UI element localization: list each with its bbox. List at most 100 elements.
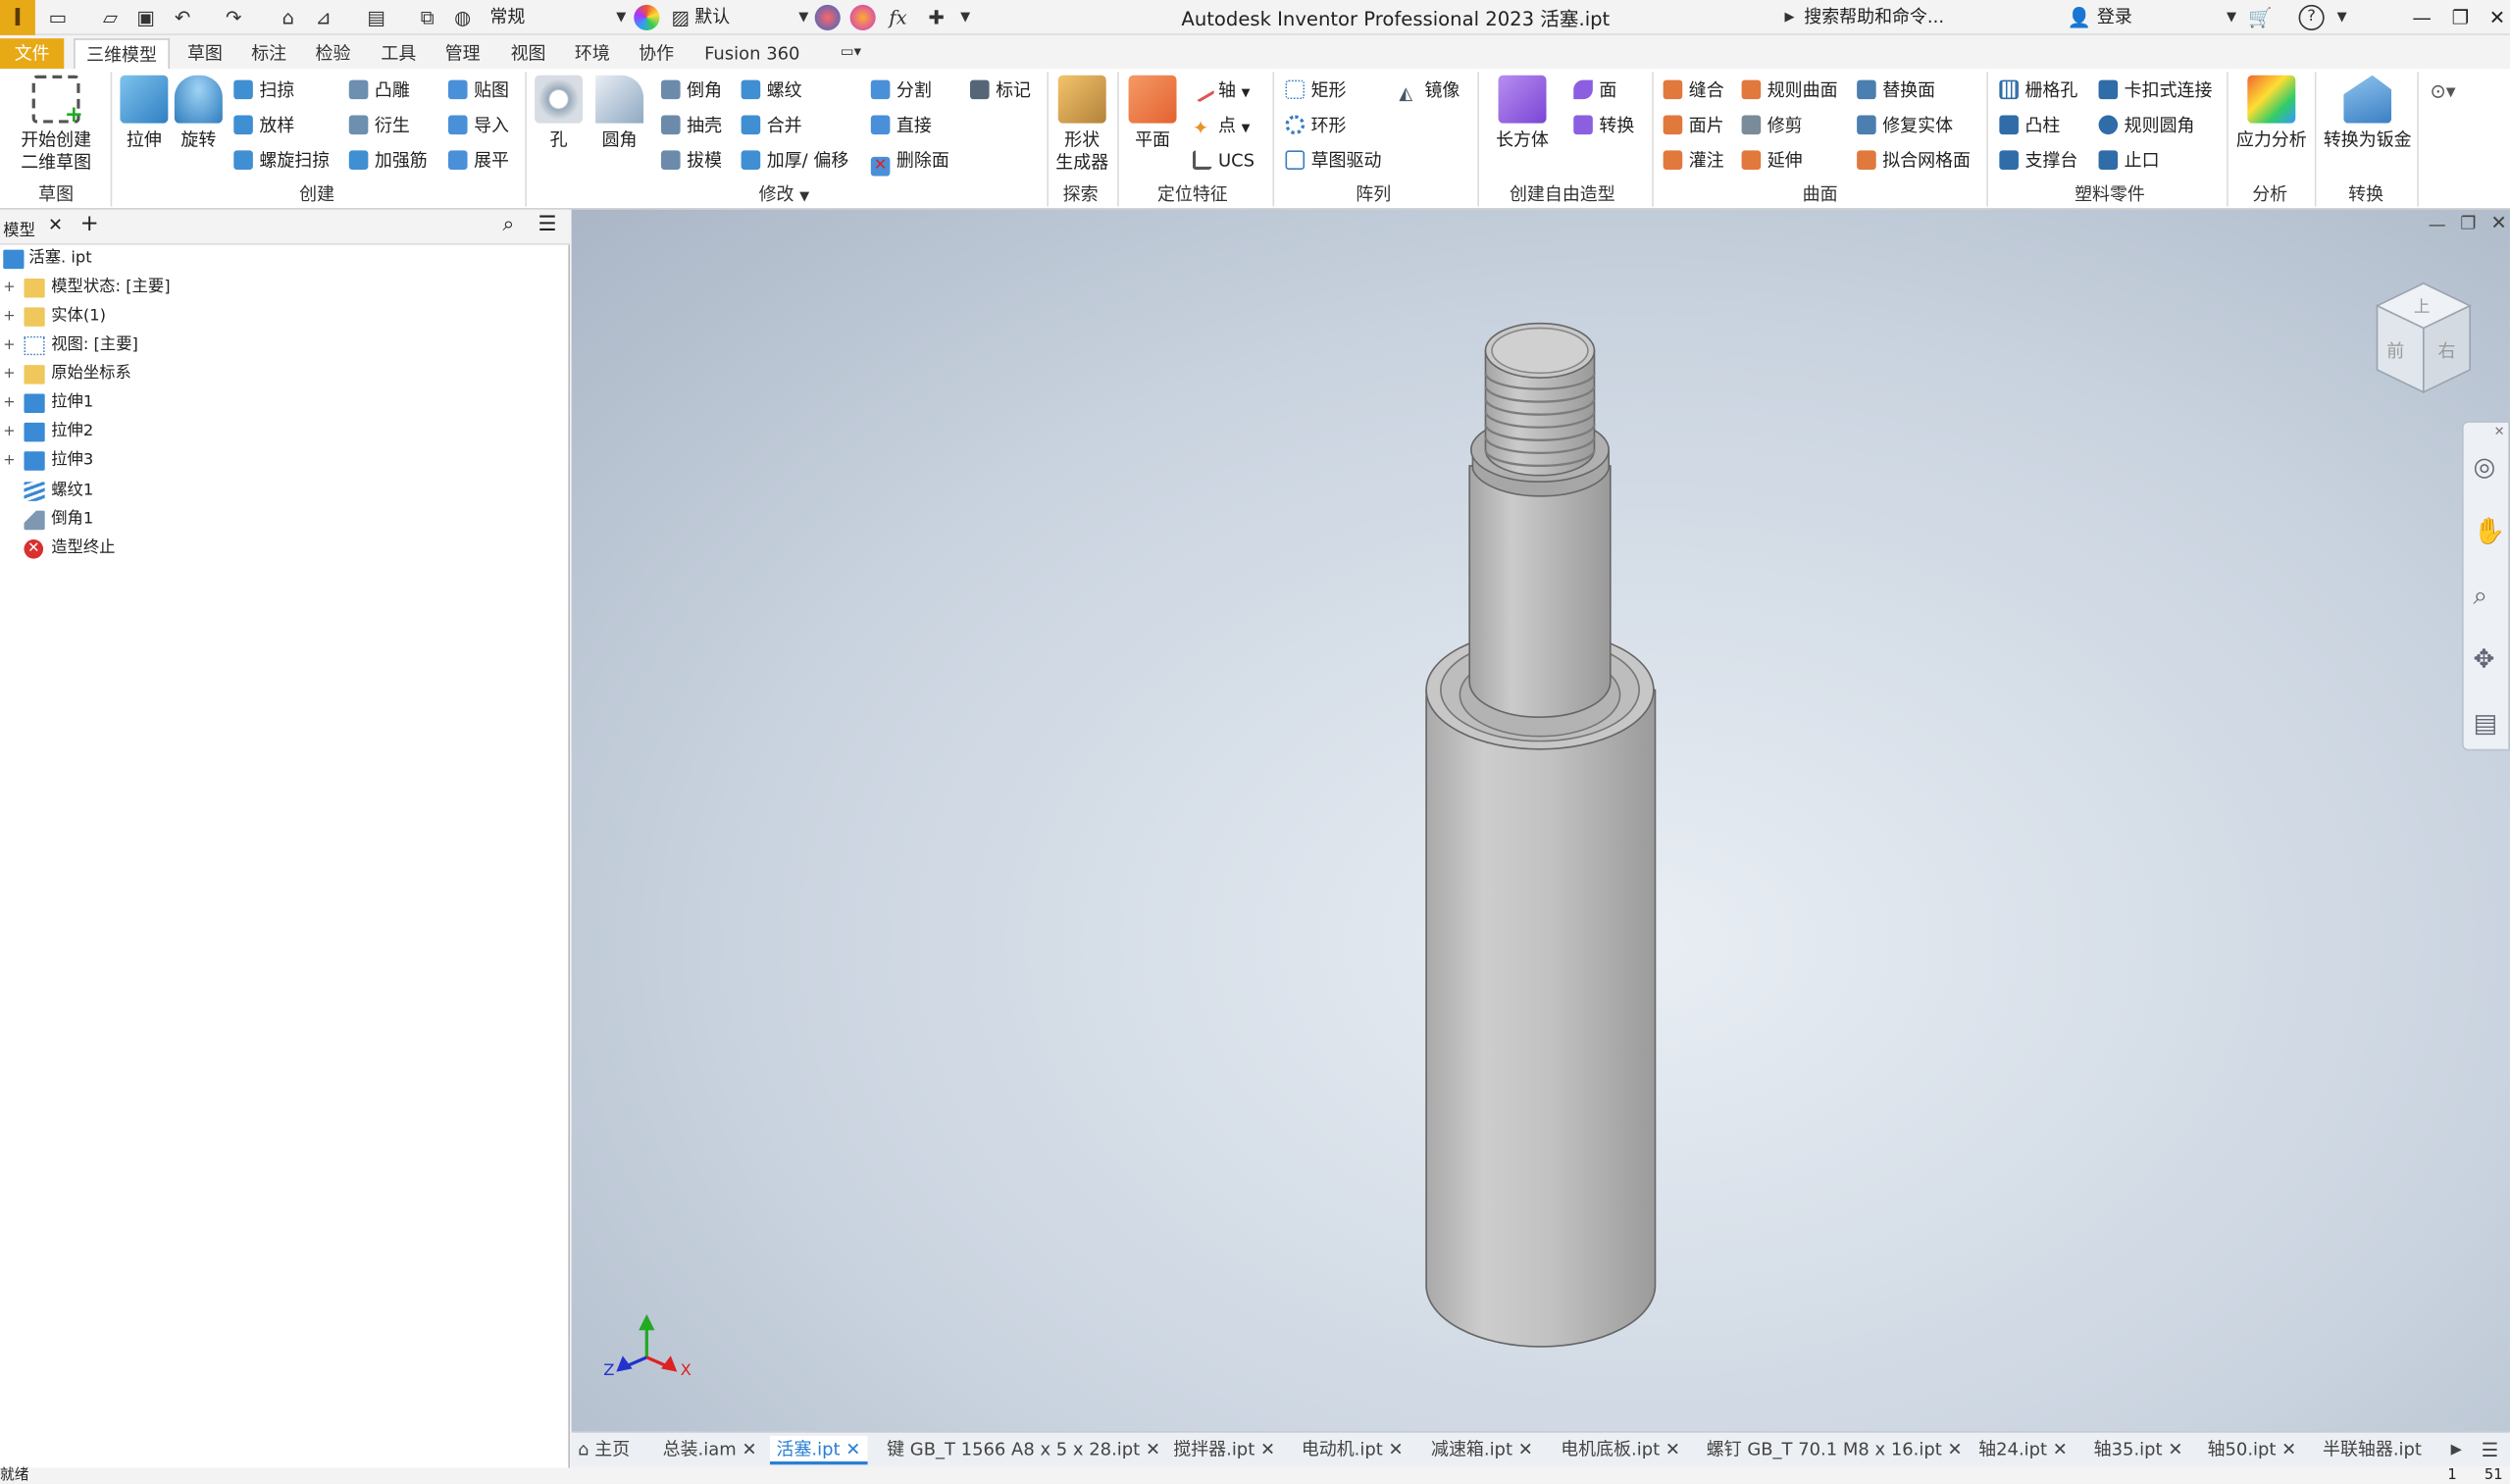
doc-tab[interactable]: 轴24.ipt ✕ bbox=[1978, 1436, 2068, 1464]
repair-bodies-button[interactable]: 修复实体 bbox=[1857, 112, 1953, 140]
view-cube-top[interactable]: 上 bbox=[2414, 293, 2430, 317]
user-icon[interactable]: 👤 bbox=[2067, 5, 2092, 30]
doc-tab[interactable]: 搅拌器.ipt ✕ bbox=[1173, 1436, 1275, 1464]
doc-tab[interactable]: 螺钉 GB_T 70.1 M8 x 16.ipt ✕ bbox=[1707, 1436, 1963, 1464]
fillet-button[interactable]: 圆角 bbox=[592, 75, 646, 152]
lip-button[interactable]: 止口 bbox=[2098, 147, 2160, 176]
extend-button[interactable]: 延伸 bbox=[1741, 147, 1803, 176]
tree-item-solid-bodies[interactable]: + 实体(1) bbox=[0, 302, 570, 331]
emboss-button[interactable]: 凸雕 bbox=[348, 77, 410, 105]
ribbon-options-icon[interactable]: ⊙▾ bbox=[2430, 77, 2455, 105]
clear-appearance-icon[interactable] bbox=[849, 4, 876, 31]
select-filter-icon[interactable]: ⊿ bbox=[311, 5, 336, 30]
help-dropdown-icon[interactable]: ▼ bbox=[2330, 5, 2355, 30]
material-icon[interactable]: ◍ bbox=[450, 5, 476, 30]
unwrap-button[interactable]: 展平 bbox=[447, 147, 509, 176]
close-icon[interactable]: ✕ bbox=[2168, 1439, 2182, 1459]
delete-face-button[interactable]: ✕ 删除面 bbox=[870, 147, 949, 177]
expand-icon[interactable]: + bbox=[3, 396, 16, 411]
tab-annotate[interactable]: 标注 bbox=[246, 38, 291, 69]
add-tab-icon[interactable]: + bbox=[80, 211, 99, 236]
rule-fillet-button[interactable]: 规则圆角 bbox=[2098, 112, 2194, 140]
boss-button[interactable]: 凸柱 bbox=[1999, 112, 2060, 140]
browser-tab-model[interactable]: 模型 bbox=[3, 216, 35, 240]
close-icon[interactable]: ✕ bbox=[1665, 1439, 1680, 1459]
close-icon[interactable]: ✕ bbox=[742, 1439, 756, 1459]
work-axis-button[interactable]: 轴 ▼ bbox=[1189, 77, 1250, 105]
hole-button[interactable]: 孔 bbox=[533, 75, 584, 152]
stitch-button[interactable]: 缝合 bbox=[1663, 77, 1724, 105]
revolve-button[interactable]: 旋转 bbox=[173, 75, 224, 152]
look-at-icon[interactable]: ▤ bbox=[2473, 707, 2497, 738]
appearance-dropdown[interactable]: 默认 bbox=[694, 5, 730, 30]
tab-environments[interactable]: 环境 bbox=[570, 38, 615, 69]
close-icon[interactable]: ✕ bbox=[1518, 1439, 1533, 1459]
pan-icon[interactable]: ✋ bbox=[2473, 516, 2505, 546]
draft-button[interactable]: 拔模 bbox=[661, 147, 722, 176]
cart-icon[interactable]: 🛒 bbox=[2247, 5, 2273, 30]
extrude-button[interactable]: 拉伸 bbox=[119, 75, 170, 152]
add-icon[interactable]: ✚ bbox=[924, 5, 949, 30]
tab-collaborate[interactable]: 协作 bbox=[634, 38, 679, 69]
login-link[interactable]: 登录 bbox=[2097, 5, 2132, 30]
replace-face-button[interactable]: 替换面 bbox=[1857, 77, 1935, 105]
convert-to-sheet-metal-button[interactable]: 转换为钣金 bbox=[2320, 75, 2416, 152]
thread-button[interactable]: 螺纹 bbox=[741, 77, 802, 105]
mirror-button[interactable]: ◭ 镜像 bbox=[1399, 77, 1460, 105]
combine-button[interactable]: 合并 bbox=[741, 112, 802, 140]
shell-button[interactable]: 抽壳 bbox=[661, 112, 722, 140]
expand-icon[interactable]: + bbox=[3, 338, 16, 353]
grill-button[interactable]: 栅格孔 bbox=[1999, 77, 2077, 105]
freeform-convert-button[interactable]: 转换 bbox=[1573, 112, 1634, 140]
close-icon[interactable]: ✕ bbox=[1260, 1439, 1275, 1459]
help-search-input[interactable]: 搜索帮助和命令... bbox=[1804, 5, 1944, 30]
expand-icon[interactable]: + bbox=[3, 310, 16, 325]
work-point-button[interactable]: ✦ 点 ▼ bbox=[1193, 112, 1251, 140]
close-icon[interactable]: ✕ bbox=[1389, 1439, 1404, 1459]
expand-icon[interactable]: + bbox=[3, 454, 16, 469]
fx-parameters-icon[interactable]: fx bbox=[885, 5, 910, 30]
expand-icon[interactable]: + bbox=[3, 425, 16, 439]
close-icon[interactable]: ✕ bbox=[2480, 3, 2510, 31]
open-file-icon[interactable]: ▱ bbox=[98, 5, 124, 30]
appearance-icon[interactable] bbox=[634, 4, 660, 31]
save-icon[interactable]: ▣ bbox=[132, 5, 158, 30]
sketch-driven-pattern-button[interactable]: 草图驱动 bbox=[1285, 147, 1381, 176]
customize-dropdown-icon[interactable]: ▼ bbox=[952, 5, 978, 30]
chevron-down-icon[interactable]: ▼ bbox=[791, 5, 816, 30]
tree-item-origin[interactable]: + 原始坐标系 bbox=[0, 360, 570, 388]
view-cube-front[interactable]: 前 bbox=[2386, 337, 2404, 363]
close-icon[interactable]: ✕ bbox=[48, 215, 63, 235]
update-icon[interactable]: ▤ bbox=[363, 5, 388, 30]
shape-generator-button[interactable]: 形状 生成器 bbox=[1051, 75, 1112, 175]
new-file-icon[interactable]: ▭ bbox=[45, 5, 71, 30]
doc-tab[interactable]: 轴50.ipt ✕ bbox=[2208, 1436, 2297, 1464]
tab-view[interactable]: 视图 bbox=[506, 38, 551, 69]
thicken-offset-button[interactable]: 加厚/ 偏移 bbox=[741, 147, 848, 176]
ruled-surface-button[interactable]: 规则曲面 bbox=[1741, 77, 1838, 105]
tab-fusion-360[interactable]: Fusion 360 bbox=[699, 38, 804, 69]
graphics-viewport[interactable]: — ❐ ✕ Z X 上 前 右 ✕ ◎ ✋ ⌕ ✥ ▤ bbox=[571, 209, 2510, 1432]
doc-tab-active[interactable]: 活塞.ipt ✕ bbox=[769, 1435, 867, 1465]
restore-icon[interactable]: ❐ bbox=[2442, 3, 2478, 31]
doc-tab[interactable]: 半联轴器.ipt bbox=[2323, 1436, 2422, 1464]
close-icon[interactable]: ✕ bbox=[845, 1439, 860, 1459]
sweep-button[interactable]: 扫掠 bbox=[233, 77, 294, 105]
circular-pattern-button[interactable]: 环形 bbox=[1285, 112, 1347, 140]
tab-3d-model[interactable]: 三维模型 bbox=[74, 38, 170, 70]
freeform-box-button[interactable]: 长方体 bbox=[1492, 75, 1553, 152]
material-dropdown[interactable]: 常规 bbox=[489, 5, 525, 30]
tab-scroll-right-icon[interactable]: ▶ bbox=[2451, 1436, 2462, 1464]
help-icon[interactable]: ? bbox=[2298, 4, 2325, 31]
home-icon[interactable]: ⌂ bbox=[276, 5, 301, 30]
trim-button[interactable]: 修剪 bbox=[1741, 112, 1803, 140]
panel-label-modify[interactable]: 修改 ▼ bbox=[759, 184, 810, 208]
zoom-icon[interactable]: ⌕ bbox=[2473, 580, 2487, 612]
coil-button[interactable]: 螺旋扫掠 bbox=[233, 147, 330, 176]
rib-button[interactable]: 加强筋 bbox=[348, 147, 428, 176]
undo-icon[interactable]: ↶ bbox=[170, 5, 195, 30]
import-button[interactable]: 导入 bbox=[447, 112, 509, 140]
close-icon[interactable]: ✕ bbox=[2053, 1439, 2068, 1459]
inventor-logo-icon[interactable]: I bbox=[0, 0, 35, 35]
decal-button[interactable]: 贴图 bbox=[447, 77, 509, 105]
